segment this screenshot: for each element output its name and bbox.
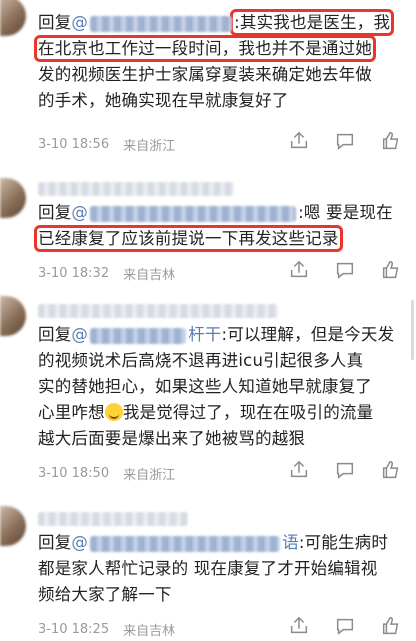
avatar[interactable]: [0, 506, 26, 546]
reply-label: 回复: [38, 325, 72, 344]
timestamp: 3-10 18:56: [38, 137, 110, 152]
timestamp: 3-10 18:32: [38, 266, 110, 281]
avatar[interactable]: [0, 0, 26, 36]
comment-actions: [288, 259, 402, 281]
username[interactable]: [38, 304, 278, 318]
mention-at[interactable]: @: [71, 533, 88, 552]
comment-text: 都是家人帮忙记录的 现在康复了才开始编辑视: [38, 559, 378, 578]
highlighted-text: 在北京也工作过一段时间，我也并不是通过她: [34, 35, 376, 62]
mention-at[interactable]: @: [71, 13, 88, 32]
username[interactable]: [38, 512, 188, 526]
comment-icon[interactable]: [334, 615, 356, 637]
timestamp: 3-10 18:25: [38, 622, 110, 637]
comment-text: :嗯 要是现在: [298, 203, 393, 222]
timestamp: 3-10 18:50: [38, 466, 110, 481]
blurred-username[interactable]: [90, 205, 297, 222]
blurred-username[interactable]: [90, 535, 281, 552]
share-icon[interactable]: [288, 259, 310, 281]
comment-actions: [288, 130, 402, 152]
comment-text: 频给大家了解一下: [38, 585, 172, 604]
comment-text: 的视频说术后高烧不退再进icu引起很多人真: [38, 351, 364, 370]
username[interactable]: [38, 182, 234, 196]
share-icon[interactable]: [288, 615, 310, 637]
share-icon[interactable]: [288, 130, 310, 152]
comment-body: 回复@ 杆干:可以理解，但是今天发 的视频说术后高烧不退再进icu引起很多人真 实…: [38, 322, 408, 452]
comment-text: :可能生病时: [298, 533, 389, 552]
comment-body: 回复@ 语:可能生病时 都是家人帮忙记录的 现在康复了才开始编辑视 频给大家了解一…: [38, 530, 408, 608]
location: 来自吉林: [123, 624, 176, 639]
reply-label: 回复: [38, 533, 72, 552]
scrollbar[interactable]: [411, 300, 414, 360]
location: 来自浙江: [123, 139, 176, 154]
highlighted-text: :其实我也是医生，我: [230, 9, 395, 36]
location: 来自浙江: [123, 468, 176, 483]
avatar[interactable]: [0, 178, 26, 218]
comment-meta: 3-10 18:25 来自吉林: [38, 620, 175, 639]
comment-text: 心里咋想: [38, 403, 105, 422]
comment-body: 回复@ :其实我也是医生，我 在北京也工作过一段时间，我也并不是通过她 发的视频医…: [34, 9, 408, 114]
comment-text: :可以理解，但是今天发: [221, 325, 395, 344]
comment-text: 我是觉得过了，现在在吸引的流量: [122, 403, 374, 422]
share-icon[interactable]: [288, 459, 310, 481]
mention-suffix[interactable]: 杆干: [188, 325, 221, 344]
laugh-cry-emoji-icon: [104, 403, 123, 421]
comment-actions: [288, 459, 402, 481]
comment-meta: 3-10 18:32 来自吉林: [38, 264, 175, 283]
blurred-username[interactable]: [90, 327, 187, 344]
comment-icon[interactable]: [334, 130, 356, 152]
reply-label: 回复: [38, 13, 72, 32]
comment-body: 回复@ :嗯 要是现在 已经康复了应该前提说一下再发这些记录: [34, 200, 408, 252]
comment-icon[interactable]: [334, 459, 356, 481]
mention-at[interactable]: @: [71, 203, 88, 222]
like-icon[interactable]: [380, 130, 402, 152]
blurred-username[interactable]: [90, 15, 233, 32]
comment-text: 发的视频医生护士家属穿夏装来确定她去年做: [38, 65, 372, 84]
mention-at[interactable]: @: [71, 325, 88, 344]
comment-text: 的手术，她确实现在早就康复好了: [38, 91, 289, 110]
avatar[interactable]: [0, 296, 26, 336]
comment-meta: 3-10 18:56 来自浙江: [38, 135, 175, 154]
like-icon[interactable]: [380, 615, 402, 637]
highlighted-text: 已经康复了应该前提说一下再发这些记录: [34, 225, 343, 252]
comment-icon[interactable]: [334, 259, 356, 281]
mention-suffix[interactable]: 语: [282, 533, 299, 552]
location: 来自吉林: [123, 268, 176, 283]
like-icon[interactable]: [380, 459, 402, 481]
reply-label: 回复: [38, 203, 72, 222]
comment-text: 实的替她担心，如果这些人知道她早就康复了: [38, 377, 372, 396]
like-icon[interactable]: [380, 259, 402, 281]
comment-actions: [288, 615, 402, 637]
comment-meta: 3-10 18:50 来自浙江: [38, 464, 175, 483]
comment-text: 越大后面要是爆出来了她被骂的越狠: [38, 429, 306, 448]
